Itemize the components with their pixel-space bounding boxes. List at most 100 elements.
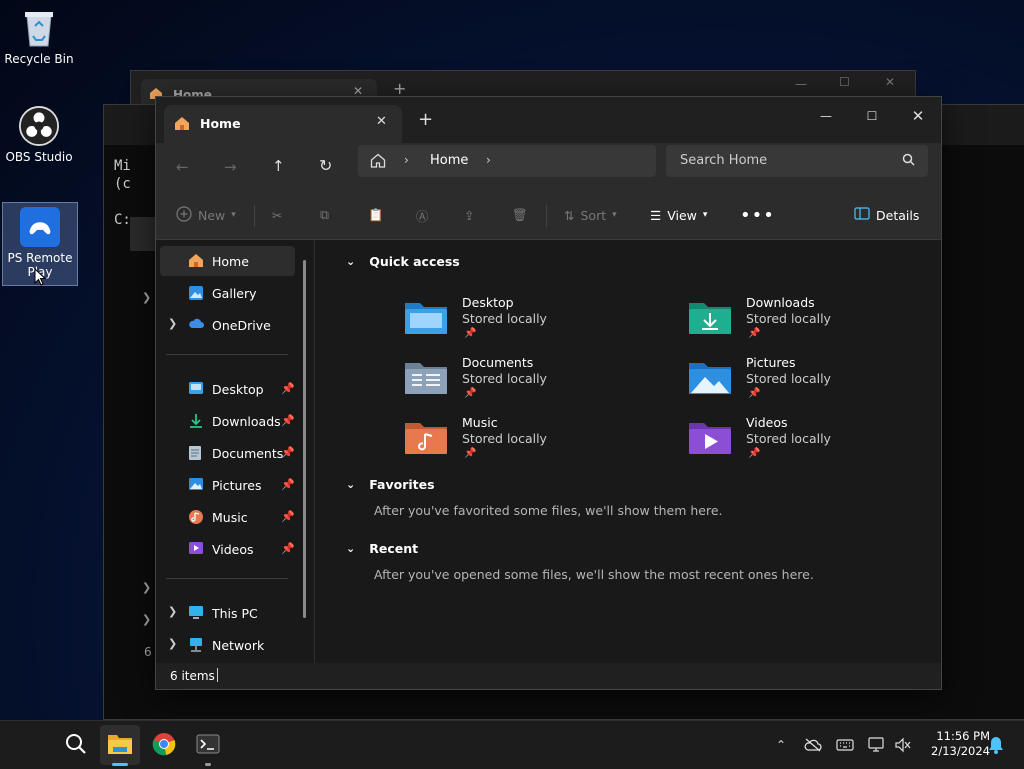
sidebar-item-pictures[interactable]: Pictures 📌 [160,470,295,500]
taskbar-chrome[interactable] [144,725,184,765]
pane-divider[interactable] [314,240,315,663]
pin-icon[interactable]: 📌 [281,382,295,395]
back-arrow-icon[interactable]: ← [176,158,189,176]
cut-icon[interactable]: ✂ [272,191,282,239]
details-button[interactable]: Details [854,191,919,239]
sort-button[interactable]: ⇅ Sort ▾ [564,191,617,239]
minimize-icon[interactable]: — [795,77,807,91]
pin-icon[interactable]: 📌 [281,414,295,427]
file-explorer-window[interactable]: Home ✕ + — ☐ ✕ ← → ↑ ↻ › Home › Search H… [155,96,942,690]
chevron-right-icon: › [404,153,409,167]
clock-time: 11:56 PM [936,729,990,743]
terminal-icon [196,734,220,757]
clock[interactable]: 11:56 PM 2/13/2024 [918,729,990,759]
more-options-icon[interactable]: ••• [740,191,775,239]
address-bar[interactable]: › Home › [358,145,656,177]
running-indicator [205,763,211,766]
pin-icon[interactable]: 📌 [281,446,295,459]
close-tab-icon[interactable]: ✕ [376,114,387,129]
copy-icon[interactable]: ⧉ [320,191,329,239]
sidebar-item-onedrive[interactable]: ❯ OneDrive [160,310,295,340]
download-icon [188,413,204,429]
sidebar-item-network[interactable]: ❯ Network [160,630,295,660]
chevron-right-icon[interactable]: ❯ [168,605,177,618]
close-icon[interactable]: ✕ [885,75,895,89]
favorites-empty-message: After you've favorited some files, we'll… [374,503,723,518]
chevron-down-icon: ⌄ [346,478,356,491]
view-button[interactable]: ☰ View ▾ [650,191,707,239]
file-explorer-icon [107,733,133,758]
chevron-down-icon: ⌄ [346,255,356,268]
up-arrow-icon[interactable]: ↑ [272,157,285,175]
sidebar-item-desktop[interactable]: Desktop 📌 [160,374,295,404]
chevron-right-icon[interactable]: ❯ [168,317,177,330]
obs-icon [19,106,59,146]
share-icon[interactable]: ⇪ [464,191,474,239]
maximize-icon[interactable]: ☐ [839,75,850,89]
quick-access-item-documents[interactable]: Documents Stored locally 📌 [404,355,664,411]
chrome-icon [152,732,176,759]
pin-icon[interactable]: 📌 [281,510,295,523]
rename-icon[interactable]: Ⓐ [416,191,429,239]
new-tab-icon[interactable]: + [418,109,433,130]
taskbar-file-explorer[interactable] [100,725,140,766]
videos-folder-icon [688,419,732,455]
sidebar-item-videos[interactable]: Videos 📌 [160,534,295,564]
forward-arrow-icon[interactable]: → [224,158,237,176]
chevron-down-icon: ⌄ [346,542,356,555]
pictures-folder-icon [688,359,732,395]
command-bar: New ▾ ✂ ⧉ 📋 Ⓐ ⇪ 🗑 ⇅ Sort ▾ ☰ View ▾ ••• … [156,191,941,240]
minimize-icon: — [820,109,832,123]
sidebar-item-documents[interactable]: Documents 📌 [160,438,295,468]
sidebar-item-home[interactable]: Home [160,246,295,276]
gallery-icon [188,285,204,301]
taskbar-terminal[interactable] [188,725,228,766]
network-icon [188,637,204,653]
chevron-up-icon[interactable]: ⌃ [771,735,791,755]
favorites-header[interactable]: ⌄ Favorites [346,477,435,492]
pin-icon[interactable]: 📌 [281,542,295,555]
new-button[interactable]: New ▾ [176,191,236,239]
recent-empty-message: After you've opened some files, we'll sh… [374,567,814,582]
quick-access-item-desktop[interactable]: Desktop Stored locally 📌 [404,295,664,351]
maximize-button[interactable]: ☐ [849,101,895,131]
pin-icon: 📌 [748,388,761,399]
sidebar-scrollbar[interactable] [303,260,306,618]
search-input[interactable]: Search Home [680,153,767,168]
pin-icon[interactable]: 📌 [281,478,295,491]
sidebar-item-gallery[interactable]: Gallery [160,278,295,308]
chevron-right-icon[interactable]: › [486,153,491,167]
desktop-icon-obs-studio[interactable]: OBS Studio [4,106,74,164]
quick-access-item-music[interactable]: Music Stored locally 📌 [404,415,664,471]
close-button[interactable]: ✕ [895,101,941,131]
network-status-icon[interactable] [867,735,887,755]
chevron-right-icon[interactable]: ❯ [168,637,177,650]
search-box[interactable]: Search Home [666,145,928,177]
onedrive-offline-icon[interactable] [803,735,823,755]
minimize-button[interactable]: — [803,101,849,131]
quick-access-item-downloads[interactable]: Downloads Stored locally 📌 [688,295,948,351]
paste-icon[interactable]: 📋 [368,191,384,239]
delete-icon[interactable]: 🗑 [512,191,528,239]
home-icon [188,253,204,269]
quick-access-header[interactable]: ⌄ Quick access [346,254,460,269]
music-folder-icon [404,419,448,455]
sidebar-item-music[interactable]: Music 📌 [160,502,295,532]
quick-access-item-pictures[interactable]: Pictures Stored locally 📌 [688,355,948,411]
sidebar-item-downloads[interactable]: Downloads 📌 [160,406,295,436]
quick-access-item-videos[interactable]: Videos Stored locally 📌 [688,415,948,471]
downloads-folder-icon [688,299,732,335]
sidebar-item-this-pc[interactable]: ❯ This PC [160,598,295,628]
status-bar: 6 items [156,663,941,689]
sidebar-divider [166,354,288,355]
notification-bell-icon[interactable] [986,735,1006,755]
view-icon: ☰ [650,207,662,223]
volume-muted-icon[interactable] [893,735,913,755]
refresh-icon[interactable]: ↻ [319,156,332,175]
search-button[interactable] [56,725,96,765]
breadcrumb-home[interactable]: Home [430,153,468,168]
keyboard-icon[interactable] [835,735,855,755]
tab-home[interactable]: Home ✕ [164,105,402,143]
recent-header[interactable]: ⌄ Recent [346,541,418,556]
desktop-icon-recycle-bin[interactable]: Recycle Bin [4,8,74,66]
